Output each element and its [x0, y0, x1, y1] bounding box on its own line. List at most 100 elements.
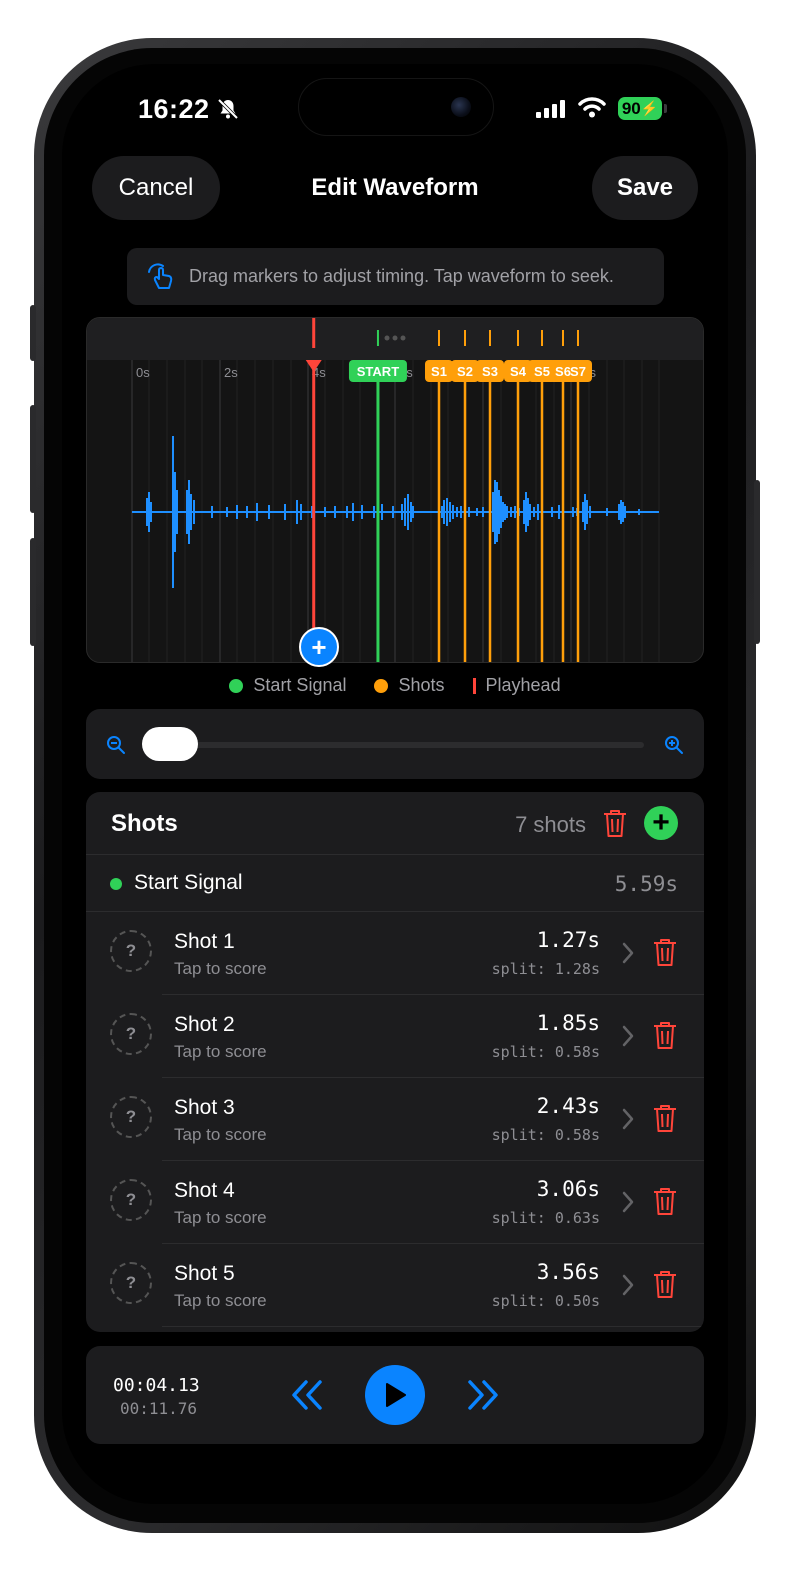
total-time: 00:11.76 — [120, 1399, 198, 1418]
shot-split: split: 0.50s — [491, 1292, 600, 1310]
shot-time: 1.85s — [536, 1011, 600, 1035]
current-time: 00:04.13 — [113, 1375, 200, 1396]
chevron-right-icon[interactable] — [622, 1108, 634, 1130]
shot-marker-label: S4 — [510, 364, 527, 379]
zoom-slider-track[interactable] — [144, 742, 644, 748]
legend-shots-label: Shots — [398, 675, 445, 695]
score-badge[interactable]: ? — [110, 1013, 152, 1055]
zoom-out-icon[interactable] — [106, 735, 126, 755]
volume-up-button — [30, 405, 36, 513]
shots-dot — [374, 678, 389, 693]
tap-to-score-label: Tap to score — [174, 1042, 267, 1061]
overview-dot — [400, 335, 406, 341]
start-dot — [229, 678, 244, 693]
score-badge[interactable]: ? — [110, 930, 152, 972]
legend-playhead-label: Playhead — [485, 675, 561, 695]
cellular-signal-icon — [536, 100, 565, 118]
overview-dot — [392, 335, 398, 341]
shot-name: Shot 5 — [174, 1262, 235, 1285]
shot-name: Shot 2 — [174, 1013, 235, 1036]
shot-marker-label: S7 — [570, 364, 586, 379]
row-separator — [162, 1326, 704, 1327]
time-tick-label: 2s — [224, 365, 238, 380]
chevron-right-icon[interactable] — [622, 1025, 634, 1047]
shots-count: 7 shots — [515, 812, 586, 837]
overview-dot — [384, 335, 390, 341]
charging-bolt-icon: ⚡ — [640, 100, 659, 116]
action-button — [30, 305, 36, 361]
shot-time: 1.27s — [536, 928, 600, 952]
zoom-in-icon[interactable] — [664, 735, 684, 755]
zoom-control — [86, 709, 704, 779]
chevron-right-icon[interactable] — [622, 1274, 634, 1296]
score-badge[interactable]: ? — [110, 1262, 152, 1304]
score-badge[interactable]: ? — [110, 1096, 152, 1138]
battery-indicator: 90 ⚡ — [618, 97, 662, 120]
fast-forward-icon[interactable] — [466, 1379, 500, 1411]
start-signal-row[interactable]: Start Signal 5.59s — [86, 854, 704, 912]
legend-start-label: Start Signal — [253, 675, 347, 695]
add-marker-button[interactable]: + — [299, 627, 339, 667]
power-button — [754, 480, 760, 644]
rewind-icon[interactable] — [290, 1379, 324, 1411]
wifi-icon — [578, 97, 606, 118]
shot-row[interactable]: ? Shot 3 Tap to score 2.43s split: 0.58s — [86, 1078, 704, 1161]
shot-marker-label: S5 — [534, 364, 550, 379]
play-icon — [386, 1383, 406, 1407]
save-button[interactable]: Save — [592, 156, 698, 220]
chevron-right-icon[interactable] — [622, 942, 634, 964]
shot-marker-label: S6 — [555, 364, 571, 379]
shot-time: 3.06s — [536, 1177, 600, 1201]
score-badge[interactable]: ? — [110, 1179, 152, 1221]
waveform-legend: Start Signal Shots Playhead — [62, 675, 728, 696]
waveform-editor[interactable]: 0s2s4s6s8s10sSTARTS1S2S3S4S5S6S7 — [86, 317, 704, 663]
bell-slash-icon — [217, 98, 239, 120]
shot-row[interactable]: ? Shot 4 Tap to score 3.06s split: 0.63s — [86, 1161, 704, 1244]
start-signal-dot — [110, 878, 122, 890]
screen: 16:22 90 ⚡ Cancel Edit Waveform Save Drag… — [62, 64, 728, 1504]
shot-split: split: 0.58s — [491, 1126, 600, 1144]
volume-down-button — [30, 538, 36, 646]
shots-header: Shots 7 shots + — [86, 792, 704, 854]
hint-text: Drag markers to adjust timing. Tap wavef… — [189, 266, 614, 286]
dynamic-island — [298, 78, 494, 136]
zoom-slider-thumb[interactable] — [142, 727, 198, 761]
transport-bar: 00:04.13 00:11.76 — [86, 1346, 704, 1444]
delete-all-trash-icon[interactable] — [602, 808, 628, 838]
trash-icon[interactable] — [652, 1269, 678, 1299]
add-shot-button[interactable]: + — [644, 806, 678, 840]
hand-tap-icon — [148, 262, 173, 289]
play-button[interactable] — [365, 1365, 425, 1425]
shot-row[interactable]: ? Shot 2 Tap to score 1.85s split: 0.58s — [86, 995, 704, 1078]
trash-icon[interactable] — [652, 1020, 678, 1050]
tap-to-score-label: Tap to score — [174, 1208, 267, 1227]
shot-row[interactable]: ? Shot 1 Tap to score 1.27s split: 1.28s — [86, 912, 704, 995]
shot-row[interactable]: ? Shot 5 Tap to score 3.56s split: 0.50s — [86, 1244, 704, 1327]
shots-list-card: Shots 7 shots + Start Signal 5.59s ? Shot… — [86, 792, 704, 1332]
shots-title: Shots — [111, 810, 178, 837]
time-tick-label: 0s — [136, 365, 150, 380]
battery-cap — [664, 104, 667, 113]
trash-icon[interactable] — [652, 937, 678, 967]
tap-to-score-label: Tap to score — [174, 1291, 267, 1310]
shot-name: Shot 4 — [174, 1179, 235, 1202]
shot-marker-label: S3 — [482, 364, 498, 379]
start-signal-time: 5.59s — [614, 872, 678, 896]
chevron-right-icon[interactable] — [622, 1191, 634, 1213]
legend-start: Start Signal — [229, 675, 346, 696]
battery-level: 90 — [621, 98, 641, 118]
trash-icon[interactable] — [652, 1103, 678, 1133]
shot-name: Shot 3 — [174, 1096, 235, 1119]
camera-icon — [451, 97, 471, 117]
shot-split: split: 1.28s — [491, 960, 600, 978]
shot-marker-label: S2 — [457, 364, 473, 379]
hint-banner: Drag markers to adjust timing. Tap wavef… — [127, 248, 664, 305]
legend-playhead: Playhead — [472, 675, 561, 696]
shot-name: Shot 1 — [174, 930, 235, 953]
tap-to-score-label: Tap to score — [174, 1125, 267, 1144]
shot-split: split: 0.58s — [491, 1043, 600, 1061]
shot-marker-label: S1 — [431, 364, 447, 379]
trash-icon[interactable] — [652, 1186, 678, 1216]
start-signal-label: Start Signal — [134, 871, 243, 894]
waveform-canvas[interactable]: 0s2s4s6s8s10sSTARTS1S2S3S4S5S6S7 — [87, 318, 704, 663]
